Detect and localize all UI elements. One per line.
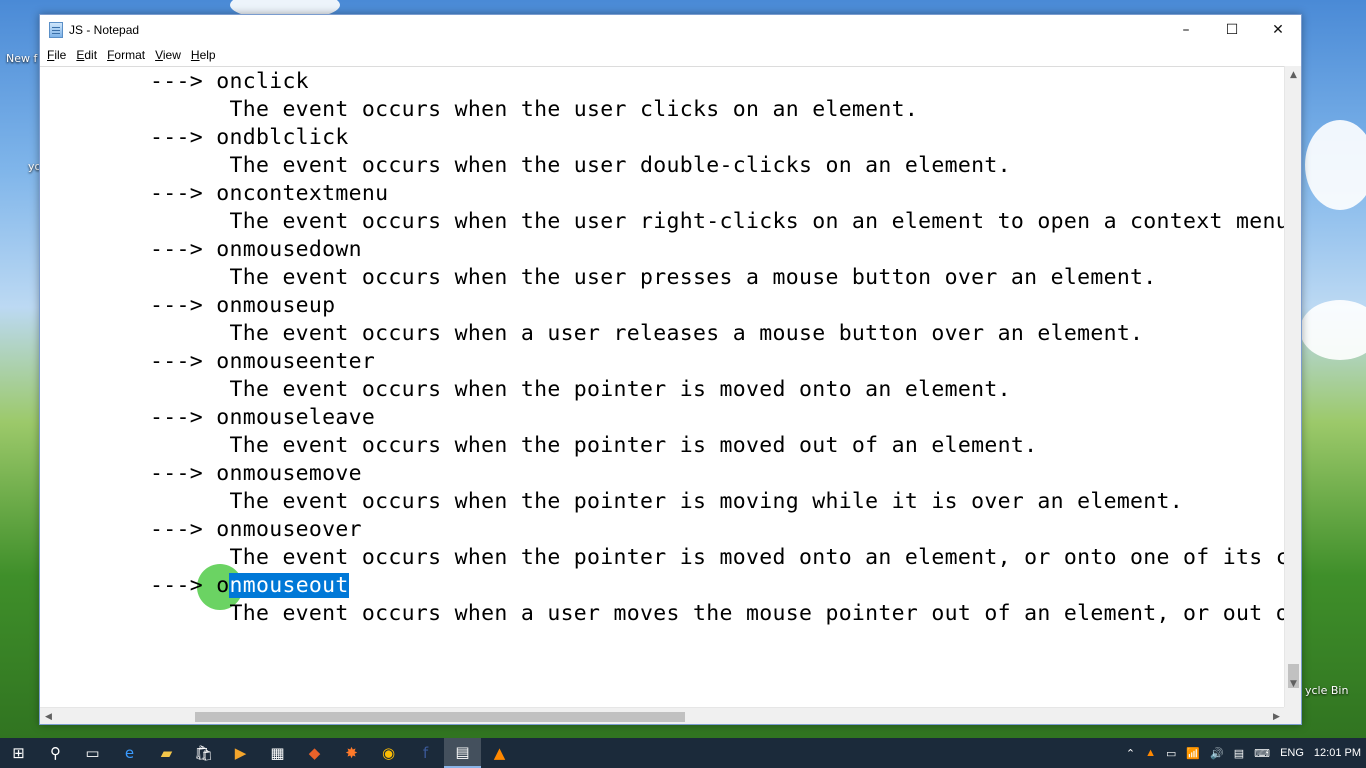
chrome-icon[interactable]: ◉ xyxy=(370,738,407,768)
search-icon[interactable]: ⚲ xyxy=(37,738,74,768)
menu-format[interactable]: Format xyxy=(106,48,151,62)
menu-file[interactable]: File xyxy=(46,48,72,62)
notepad-window: JS - Notepad – ☐ ✕ File Edit Format View… xyxy=(39,14,1302,725)
text-line: The event occurs when the user presses a… xyxy=(150,265,1157,290)
volume-icon[interactable]: 🔊 xyxy=(1210,747,1224,760)
text-line-selection: ---> onmouseout xyxy=(150,573,349,598)
system-tray: ⌃ ▲ ▭ 📶 🔊 ▤ ⌨ ENG 12:01 PM xyxy=(1121,738,1366,768)
text-line: The event occurs when the pointer is mov… xyxy=(150,377,1011,402)
minimize-button[interactable]: – xyxy=(1163,15,1209,45)
start-button[interactable]: ⊞ xyxy=(0,738,37,768)
text-line: The event occurs when a user releases a … xyxy=(150,321,1144,346)
task-view-icon[interactable]: ▭ xyxy=(74,738,111,768)
close-button[interactable]: ✕ xyxy=(1255,15,1301,45)
text-line: ---> onmouseover xyxy=(150,517,362,542)
paint-icon[interactable]: ✸ xyxy=(333,738,370,768)
notepad-icon xyxy=(49,22,63,38)
text-line: ---> ondblclick xyxy=(150,125,349,150)
action-center-icon[interactable]: ▤ xyxy=(1234,747,1244,760)
text-line: The event occurs when a user moves the m… xyxy=(150,601,1285,626)
media-icon[interactable]: ▶ xyxy=(222,738,259,768)
text-line: The event occurs when the user right-cli… xyxy=(150,209,1285,234)
scrollbar-corner xyxy=(1284,707,1301,724)
store-icon[interactable]: 🛍 xyxy=(185,738,222,768)
text-line: The event occurs when the pointer is mov… xyxy=(150,433,1038,458)
text-editor[interactable]: ---> onclick The event occurs when the u… xyxy=(40,66,1285,709)
horizontal-scrollbar[interactable]: ◀ ▶ xyxy=(40,707,1285,724)
text-line: The event occurs when the user double-cl… xyxy=(150,153,1011,178)
keyboard-icon[interactable]: ⌨ xyxy=(1254,747,1270,760)
text-line: ---> oncontextmenu xyxy=(150,181,389,206)
clock[interactable]: 12:01 PM xyxy=(1314,747,1361,759)
desktop-icon-new-folder[interactable]: New f xyxy=(6,52,37,65)
fox-icon[interactable]: ◆ xyxy=(296,738,333,768)
scroll-up-arrow-icon[interactable]: ▲ xyxy=(1285,66,1302,83)
text-line: ---> onmouseleave xyxy=(150,405,376,430)
text-line: ---> onclick xyxy=(150,69,309,94)
taskbar: ⊞ ⚲ ▭ e ▰ 🛍 ▶ ▦ ◆ ✸ ◉ f ▤ ▲ ⌃ ▲ ▭ 📶 🔊 ▤ … xyxy=(0,738,1366,768)
battery-icon[interactable]: ▭ xyxy=(1166,747,1176,760)
vertical-scrollbar[interactable]: ▲ ▼ xyxy=(1284,66,1301,709)
wifi-icon[interactable]: 📶 xyxy=(1186,747,1200,760)
menu-view[interactable]: View xyxy=(154,48,187,62)
window-controls: – ☐ ✕ xyxy=(1163,15,1301,45)
edge-icon[interactable]: e xyxy=(111,738,148,768)
menu-bar: File Edit Format View Help xyxy=(40,45,1301,65)
text-line: The event occurs when the pointer is mov… xyxy=(150,489,1184,514)
text-line: ---> onmousedown xyxy=(150,237,362,262)
text-line: ---> onmousemove xyxy=(150,461,362,486)
vlc-icon[interactable]: ▲ xyxy=(481,738,518,768)
desktop-icon-recycle-bin[interactable]: ycle Bin xyxy=(1305,684,1348,697)
notepad-taskbar-icon[interactable]: ▤ xyxy=(444,738,481,768)
text-line: ---> onmouseenter xyxy=(150,349,376,374)
menu-help[interactable]: Help xyxy=(190,48,222,62)
facebook-icon[interactable]: f xyxy=(407,738,444,768)
maximize-button[interactable]: ☐ xyxy=(1209,15,1255,45)
horizontal-scroll-thumb[interactable] xyxy=(195,712,685,722)
chevron-up-icon[interactable]: ⌃ xyxy=(1126,747,1135,760)
scroll-left-arrow-icon[interactable]: ◀ xyxy=(40,708,57,725)
vlc-tray-icon[interactable]: ▲ xyxy=(1145,747,1156,759)
scroll-right-arrow-icon[interactable]: ▶ xyxy=(1268,708,1285,725)
cloud-decoration xyxy=(1305,120,1366,210)
film-icon[interactable]: ▦ xyxy=(259,738,296,768)
text-line: The event occurs when the pointer is mov… xyxy=(150,545,1285,570)
menu-edit[interactable]: Edit xyxy=(75,48,103,62)
file-explorer-icon[interactable]: ▰ xyxy=(148,738,185,768)
selected-text[interactable]: nmouseout xyxy=(229,573,349,598)
title-bar[interactable]: JS - Notepad – ☐ ✕ xyxy=(40,15,1301,45)
window-title: JS - Notepad xyxy=(69,23,140,37)
cloud-decoration xyxy=(1300,300,1366,360)
language-indicator[interactable]: ENG xyxy=(1280,747,1304,759)
text-line: ---> onmouseup xyxy=(150,293,336,318)
scroll-down-arrow-icon[interactable]: ▼ xyxy=(1285,675,1302,692)
text-line: The event occurs when the user clicks on… xyxy=(150,97,919,122)
